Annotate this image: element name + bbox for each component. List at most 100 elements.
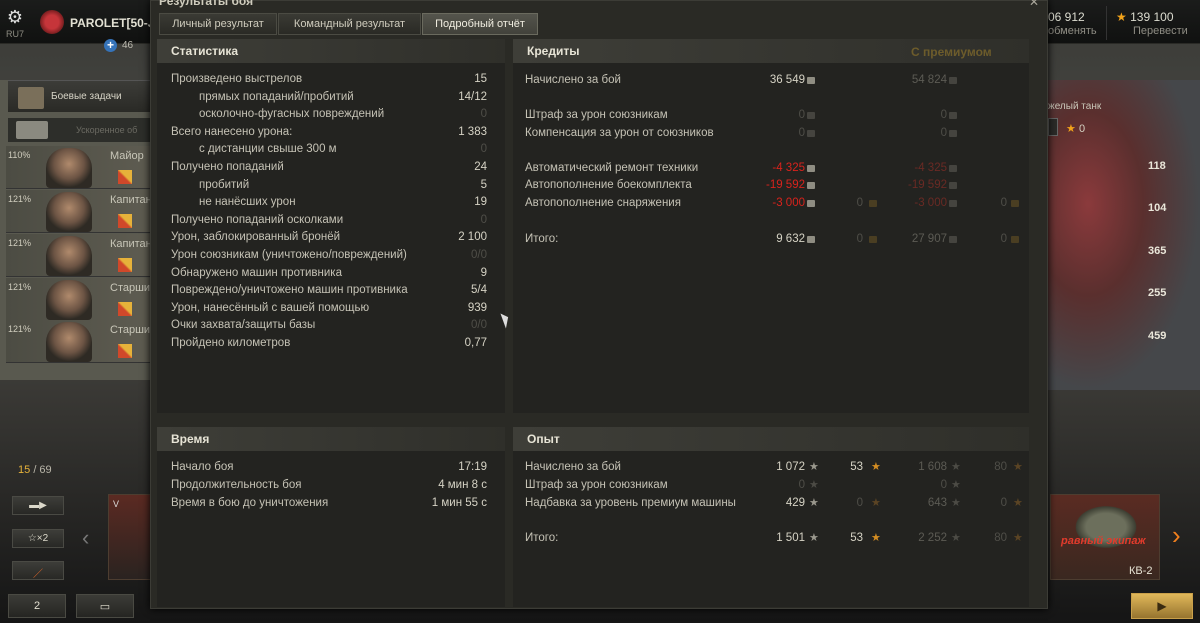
right-number: 365 bbox=[1148, 245, 1167, 257]
x2-filter-button[interactable]: ☆×2 bbox=[12, 529, 64, 548]
experience-row: Итого: 1 501 ★ 53 ★ 2 252 ★ 80 ★ bbox=[525, 532, 1041, 549]
credits-base-value: 0 bbox=[798, 127, 805, 139]
credits-premium-value: -3 000 bbox=[914, 197, 947, 209]
credit-coin-icon bbox=[949, 182, 957, 189]
statistics-row: Пройдено километров 0,77 bbox=[157, 337, 505, 354]
battle-results-window: Результаты боя ✕ Личный результат Команд… bbox=[150, 0, 1048, 609]
statistics-row: пробитий 5 bbox=[157, 179, 505, 196]
credits-base-value: 9 632 bbox=[776, 233, 805, 245]
statistics-row: Получено попаданий осколками 0 bbox=[157, 214, 505, 231]
experience-premium-free-value: 80 bbox=[994, 461, 1007, 473]
credits-premium-gold-value: 0 bbox=[1000, 197, 1007, 209]
crew-skill-percent: 110% bbox=[8, 150, 31, 160]
player-name[interactable]: PAROLET[50-J bbox=[70, 16, 154, 30]
credit-coin-icon bbox=[807, 77, 815, 84]
statistics-row: Произведено выстрелов 15 bbox=[157, 73, 505, 90]
crew-portrait bbox=[46, 148, 92, 188]
chat-button[interactable]: ▭ bbox=[76, 594, 134, 618]
free-xp-star-icon: ★ bbox=[1013, 532, 1023, 544]
credits-premium-gold-value: 0 bbox=[1000, 233, 1007, 245]
credits-row: Автоматический ремонт техники -4 325 -4 32… bbox=[525, 162, 1041, 179]
experience-row: Штраф за урон союзникам 0 ★ 0 ★ bbox=[525, 479, 1041, 496]
credit-coin-icon bbox=[807, 182, 815, 189]
statistics-row: Всего нанесено урона: 1 383 bbox=[157, 126, 505, 143]
credits-row: Начислено за бой 36 549 54 824 bbox=[525, 74, 1041, 91]
statistics-value: 9 bbox=[480, 266, 487, 279]
statistics-value: 24 bbox=[474, 161, 487, 173]
gear-icon[interactable]: ⚙ bbox=[6, 8, 24, 26]
friends-count: 2 bbox=[33, 600, 41, 612]
credit-coin-icon bbox=[949, 130, 957, 137]
credits-premium-value: 0 bbox=[940, 109, 947, 121]
credits-label: Автопополнение снаряжения bbox=[525, 197, 681, 209]
tab-personal[interactable]: Личный результат bbox=[159, 13, 277, 35]
accelerated-training-row[interactable]: Ускоренное об bbox=[8, 118, 150, 142]
tank-card[interactable]: V bbox=[108, 494, 152, 580]
crew-rank: Капитан bbox=[110, 238, 152, 250]
crew-member-card[interactable]: 110% Майор bbox=[6, 146, 150, 189]
filter-button[interactable]: ／ bbox=[12, 561, 64, 580]
experience-premium-value: 643 bbox=[927, 497, 947, 509]
close-icon[interactable]: ✕ bbox=[1029, 0, 1039, 9]
experience-label: Штраф за урон союзникам bbox=[525, 479, 668, 491]
xp-star-icon: ★ bbox=[809, 461, 819, 473]
free-xp-star-icon: ★ bbox=[871, 532, 881, 544]
crew-member-card[interactable]: 121% Старшина bbox=[6, 278, 162, 321]
statistics-value: 14/12 bbox=[458, 90, 487, 103]
tab-team[interactable]: Командный результат bbox=[278, 13, 421, 35]
statistics-label: Урон, нанесённый с вашей помощью bbox=[171, 301, 370, 314]
star-value: ★ 0 bbox=[1066, 122, 1085, 135]
accelerated-training-label: Ускоренное об bbox=[76, 125, 138, 135]
crew-portrait bbox=[46, 192, 92, 232]
carousel-right-arrow-icon[interactable]: › bbox=[1172, 520, 1181, 551]
crew-portrait bbox=[46, 280, 92, 320]
statistics-row: Обнаружено машин противника 9 bbox=[157, 267, 505, 284]
time-value: 4 мин 8 с bbox=[438, 479, 487, 491]
carousel-left-arrow-icon[interactable]: ‹ bbox=[82, 525, 89, 551]
experience-base-value: 0 bbox=[798, 479, 805, 491]
credit-coin-icon bbox=[949, 236, 957, 243]
kb2-tank-card[interactable]: равный экипаж КВ-2 bbox=[1050, 494, 1160, 580]
exchange-link[interactable]: обменять bbox=[1048, 25, 1097, 37]
plus-value: 46 bbox=[122, 40, 134, 51]
statistics-value: 939 bbox=[467, 301, 487, 314]
credits-base-value: 36 549 bbox=[769, 74, 805, 86]
tank-counter-total: / 69 bbox=[33, 464, 52, 476]
right-number: 459 bbox=[1148, 330, 1167, 342]
credits-amount: 06 912 bbox=[1048, 10, 1085, 24]
plus-icon[interactable]: + bbox=[104, 39, 117, 52]
star-icon: ★ bbox=[1066, 123, 1076, 135]
crew-skill-icon bbox=[118, 302, 132, 316]
credits-label: Автопополнение боекомплекта bbox=[525, 179, 692, 191]
missions-button[interactable]: Боевые задачи bbox=[8, 80, 150, 112]
friends-button[interactable]: 2 bbox=[8, 594, 66, 618]
statistics-label: не нанёсших урон bbox=[199, 196, 296, 209]
tab-detailed[interactable]: Подробный отчёт bbox=[422, 13, 538, 35]
credit-coin-icon bbox=[807, 236, 815, 243]
time-label: Продолжительность боя bbox=[171, 479, 302, 491]
tank-card-label: V bbox=[113, 499, 120, 509]
tank-filter-button[interactable]: ▬▶ bbox=[12, 496, 64, 515]
credits-panel: Кредиты С премиумом Начислено за бой 36 5… bbox=[513, 39, 1029, 413]
credits-gold-value: 0 bbox=[856, 233, 863, 245]
checkbox[interactable] bbox=[1048, 118, 1058, 136]
experience-label: Надбавка за уровень премиум машины bbox=[525, 497, 736, 509]
clan-emblem-icon[interactable] bbox=[40, 10, 64, 34]
statistics-row: не нанёсших урон 19 bbox=[157, 196, 505, 213]
credit-coin-icon bbox=[949, 165, 957, 172]
battle-button[interactable]: ▶ bbox=[1131, 593, 1193, 619]
server-region: RU7 bbox=[6, 29, 25, 39]
experience-panel: Опыт Начислено за бой 1 072 ★ 53 ★ 1 608 ★ 80 ★ Ш… bbox=[513, 427, 1029, 607]
experience-label: Итого: bbox=[525, 532, 559, 544]
credits-base-value: -4 325 bbox=[772, 162, 805, 174]
crew-member-card[interactable]: 121% Капитан bbox=[6, 234, 152, 277]
credits-header: Кредиты С премиумом bbox=[513, 39, 1029, 63]
transfer-link[interactable]: Перевести bbox=[1133, 25, 1188, 37]
crew-skill-percent: 121% bbox=[8, 324, 32, 334]
time-row: Время в бою до уничтожения 1 мин 55 с bbox=[157, 497, 505, 514]
crew-member-card[interactable]: 121% Капитан bbox=[6, 190, 152, 233]
crew-skill-icon bbox=[118, 170, 132, 184]
statistics-row: Повреждено/уничтожено машин противника 5/… bbox=[157, 284, 505, 301]
crew-member-card[interactable]: 121% Старшина bbox=[6, 320, 162, 363]
xp-star-icon: ★ bbox=[951, 461, 961, 473]
